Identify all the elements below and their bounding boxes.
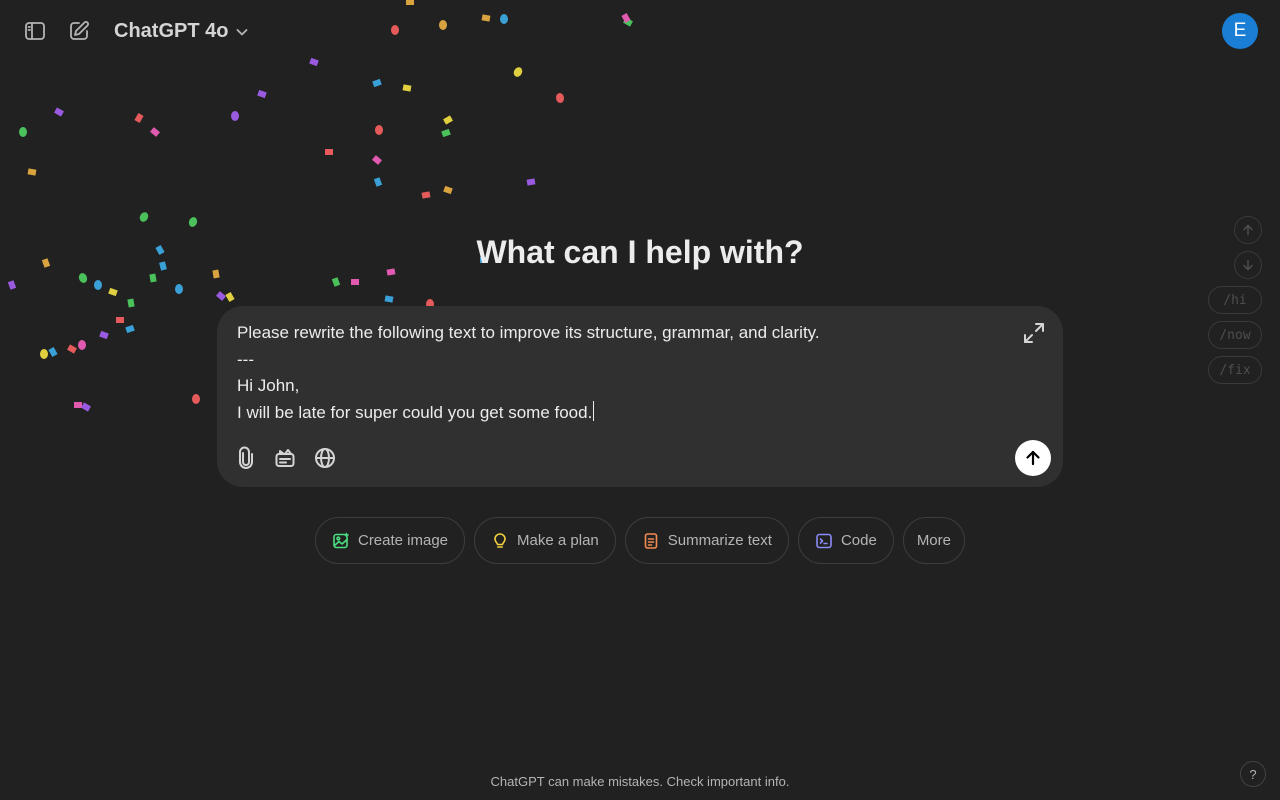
send-button[interactable] <box>1015 440 1051 476</box>
chip-label: Make a plan <box>517 532 599 549</box>
confetti-piece <box>54 107 64 117</box>
chevron-down-icon <box>237 29 248 36</box>
confetti-piece <box>216 291 226 301</box>
confetti-piece <box>40 349 48 359</box>
make-plan-chip[interactable]: Make a plan <box>474 517 616 564</box>
confetti-piece <box>175 284 183 294</box>
confetti-piece <box>513 67 523 77</box>
scroll-up-button[interactable] <box>1234 216 1262 244</box>
confetti-piece <box>373 177 383 187</box>
confetti-piece <box>421 191 431 199</box>
terminal-icon <box>816 533 832 548</box>
confetti-piece <box>331 277 341 287</box>
prompt-composer[interactable]: Please rewrite the following text to imp… <box>217 306 1063 487</box>
lightbulb-icon <box>494 532 506 548</box>
scroll-down-button[interactable] <box>1234 251 1262 279</box>
confetti-piece <box>192 394 200 404</box>
confetti-piece <box>48 347 58 357</box>
model-selector[interactable]: ChatGPT 4o <box>108 15 256 47</box>
confetti-piece <box>372 78 382 88</box>
arrow-up-icon <box>1026 450 1040 466</box>
avatar[interactable]: E <box>1222 13 1258 49</box>
model-label: ChatGPT 4o <box>114 19 229 42</box>
confetti-piece <box>139 212 149 222</box>
confetti-piece <box>225 292 235 302</box>
command-now-button[interactable]: /now <box>1208 321 1262 349</box>
confetti-piece <box>67 344 77 354</box>
arrow-down-icon <box>1243 259 1253 271</box>
confetti-piece <box>99 330 109 340</box>
confetti-piece <box>384 295 394 303</box>
confetti-piece <box>351 279 359 285</box>
toolbox-icon <box>275 449 295 467</box>
confetti-piece <box>27 168 37 176</box>
chip-label: Code <box>840 532 877 549</box>
edit-icon <box>70 21 89 40</box>
confetti-piece <box>443 185 453 195</box>
confetti-piece <box>443 115 453 125</box>
confetti-piece <box>188 217 198 227</box>
confetti-piece <box>375 125 383 135</box>
command-hi-button[interactable]: /hi <box>1208 286 1262 314</box>
paperclip-icon <box>239 446 253 469</box>
confetti-piece <box>74 402 82 408</box>
globe-icon <box>315 448 335 468</box>
confetti-piece <box>7 280 17 290</box>
confetti-piece <box>325 149 333 155</box>
confetti-piece <box>441 128 451 138</box>
page-title: What can I help with? <box>476 234 804 270</box>
prompt-line: Please rewrite the following text to imp… <box>237 323 820 342</box>
confetti-piece <box>94 280 102 290</box>
confetti-piece <box>127 298 135 308</box>
image-icon <box>333 532 349 548</box>
confetti-piece <box>116 317 124 323</box>
new-chat-button[interactable] <box>61 13 97 49</box>
command-fix-button[interactable]: /fix <box>1208 356 1262 384</box>
confetti-piece <box>555 93 565 103</box>
prompt-line: Hi John, <box>237 376 300 396</box>
suggestion-chips: Create image Make a plan Summarize text <box>0 517 1280 564</box>
tools-button[interactable] <box>270 443 300 473</box>
expand-composer-button[interactable] <box>1021 320 1047 346</box>
confetti-piece <box>134 113 144 123</box>
prompt-line: I will be late for super could you get s… <box>237 402 593 422</box>
confetti-piece <box>149 273 157 283</box>
confetti-piece <box>78 273 88 283</box>
confetti-piece <box>78 340 86 350</box>
text-caret <box>593 400 595 421</box>
web-search-button[interactable] <box>310 443 340 473</box>
confetti-piece <box>231 111 239 121</box>
sidebar-icon <box>25 22 45 40</box>
help-button[interactable]: ? <box>1240 761 1266 787</box>
chip-label: Summarize text <box>667 532 772 549</box>
attach-file-button[interactable] <box>231 443 261 473</box>
confetti-piece <box>402 84 412 92</box>
confetti-piece <box>19 127 27 137</box>
summarize-text-chip[interactable]: Summarize text <box>624 517 789 564</box>
confetti-piece <box>125 324 135 334</box>
code-chip[interactable]: Code <box>797 517 894 564</box>
confetti-piece <box>81 402 91 412</box>
prompt-input[interactable]: Please rewrite the following text to imp… <box>237 320 997 426</box>
chip-label: More <box>916 532 951 549</box>
document-icon <box>644 532 658 549</box>
arrow-up-icon <box>1243 224 1253 236</box>
top-bar: ChatGPT 4o E <box>0 0 1280 62</box>
confetti-piece <box>150 127 160 137</box>
confetti-piece <box>372 155 382 165</box>
expand-icon <box>1024 323 1044 343</box>
chip-label: Create image <box>357 532 449 549</box>
prompt-line: --- <box>237 349 254 369</box>
create-image-chip[interactable]: Create image <box>314 517 466 564</box>
more-chip[interactable]: More <box>902 517 965 564</box>
toggle-sidebar-button[interactable] <box>17 13 53 49</box>
confetti-piece <box>108 287 118 297</box>
disclaimer-text: ChatGPT can make mistakes. Check importa… <box>490 774 790 789</box>
chatgpt-app: ChatGPT 4o E What can I help with? Pleas… <box>0 0 1280 800</box>
confetti-piece <box>257 89 267 99</box>
confetti-piece <box>526 178 536 186</box>
